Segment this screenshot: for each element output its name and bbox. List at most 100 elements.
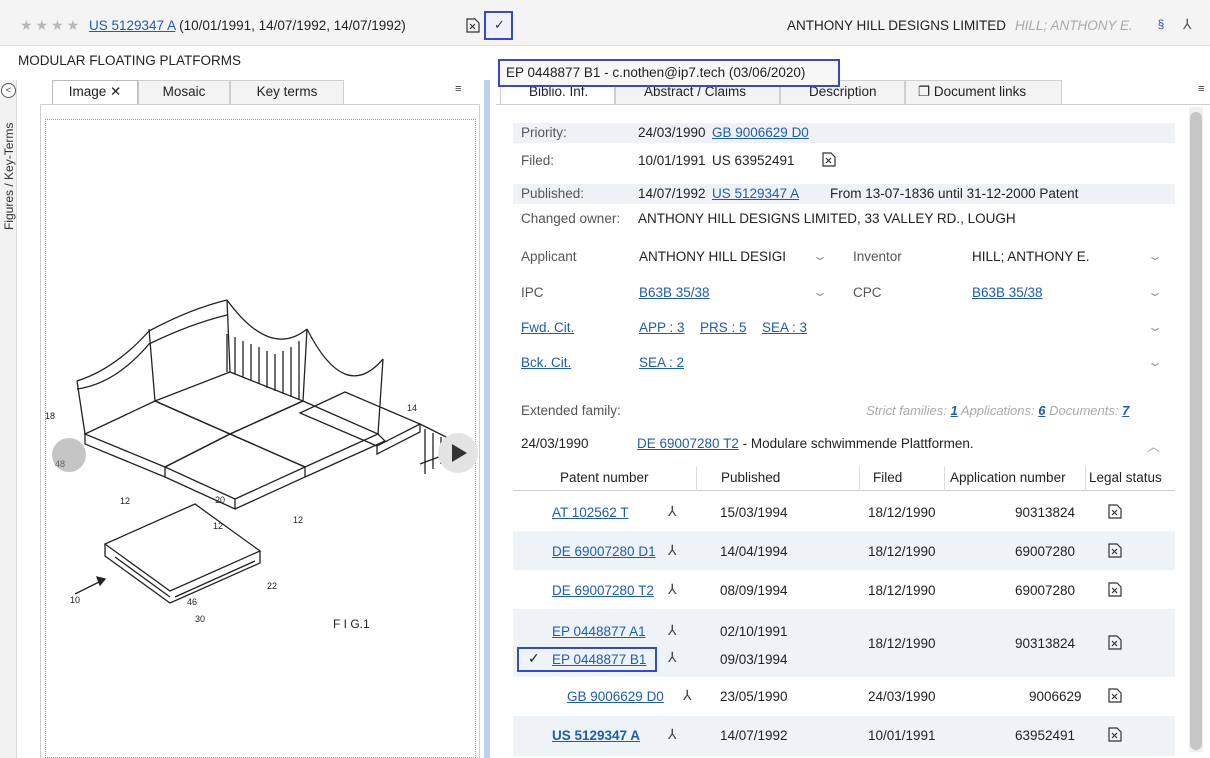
fwd-prs-link[interactable]: PRS : 5 [700,320,747,335]
fwd-app-link[interactable]: APP : 3 [639,320,685,335]
fwd-sea-link[interactable]: SEA : 3 [762,320,807,335]
pdf-icon[interactable]: ⅄ [668,503,677,520]
mark-read-check-button[interactable]: ✓ [484,11,513,40]
figure-number-12a: 12 [120,496,130,506]
documents-count[interactable]: 7 [1122,403,1129,418]
legal-status-icon[interactable] [1108,635,1122,653]
table-row-published: 14/04/1994 [720,544,788,559]
bck-sea-link[interactable]: SEA : 2 [639,355,684,370]
table-row-published: 02/10/1991 [720,624,788,639]
col-published[interactable]: Published [721,470,780,485]
applications-count[interactable]: 6 [1038,403,1045,418]
family-collapse-chevron-icon[interactable]: ︿ [1147,436,1160,455]
tab-key-terms[interactable]: Key terms [230,80,344,104]
legal-status-icon[interactable] [1108,727,1122,745]
collapse-chevron-icon[interactable]: < [1,83,16,98]
col-legal-status[interactable]: Legal status [1089,470,1162,485]
priority-date: 24/03/1990 [638,125,706,140]
table-row-patent[interactable]: DE 69007280 T2 [552,583,654,598]
figures-keyterms-label[interactable]: Figures / Key-Terms [2,123,16,230]
pdf-icon[interactable]: ⅄ [668,649,677,666]
figure-number-12b: 12 [213,521,223,531]
col-filed[interactable]: Filed [873,470,902,485]
table-row-app: 90313824 [1015,505,1076,520]
left-tabs-menu-icon[interactable]: ≡ [455,83,461,95]
priority-link[interactable]: GB 9006629 D0 [712,125,809,140]
legal-section-icon[interactable]: § [1153,17,1169,33]
published-label: Published: [521,186,585,201]
col-separator [944,466,945,491]
col-application-number[interactable]: Application number [950,470,1066,485]
table-row-filed: 18/12/1990 [868,636,936,651]
tab-document-links[interactable]: ❐ Document links [905,80,1062,104]
table-row-patent[interactable]: EP 0448877 A1 [552,624,646,639]
fwd-cit-link[interactable]: Fwd. Cit. [521,320,574,335]
inventor-label: Inventor [853,249,902,264]
legal-status-icon[interactable] [1108,582,1122,600]
figure-number-10: 10 [70,595,80,605]
table-row-filed: 18/12/1990 [868,583,936,598]
pdf-icon[interactable]: ⅄ [668,542,677,559]
tab-image[interactable]: Image ✕ [52,80,138,104]
document-icon: ❐ [918,84,931,99]
selected-document-highlight [517,647,657,672]
strict-families-count[interactable]: 1 [951,403,958,418]
legal-status-icon[interactable] [1108,688,1122,706]
ipc-expand-chevron-icon[interactable]: ⌄ [812,285,828,299]
inventor-value: HILL; ANTHONY E. [972,249,1090,264]
filed-number: US 63952491 [712,153,795,168]
bck-cit-expand-chevron-icon[interactable]: ⌄ [1147,355,1163,369]
inventor-name: HILL; ANTHONY E. [1015,18,1133,33]
table-row-patent[interactable]: AT 102562 T [552,505,629,520]
pdf-icon[interactable]: ⅄ [668,581,677,598]
legal-status-icon[interactable] [822,152,836,170]
table-row-app: 69007280 [1015,583,1076,598]
figure-number-12c: 12 [293,515,303,525]
applicant-value: ANTHONY HILL DESIGI [639,249,787,264]
priority-row [513,123,1175,143]
cpc-expand-chevron-icon[interactable]: ⌄ [1147,285,1163,299]
publication-line: US 5129347 A (10/01/1991, 14/07/1992, 14… [89,18,406,33]
legal-status-icon[interactable] [1108,543,1122,561]
right-tabs-menu-icon[interactable]: ≡ [1198,83,1204,95]
previous-figure-button[interactable] [52,438,86,472]
fwd-cit-expand-chevron-icon[interactable]: ⌄ [1147,320,1163,334]
table-row-app: 63952491 [1015,728,1076,743]
play-icon [452,444,467,462]
bck-cit-link[interactable]: Bck. Cit. [521,355,571,370]
family-link[interactable]: DE 69007280 T2 [637,436,739,451]
inventor-expand-chevron-icon[interactable]: ⌄ [1147,249,1163,263]
next-figure-button[interactable] [438,433,478,473]
tab-mosaic[interactable]: Mosaic [138,80,230,104]
cpc-link[interactable]: B63B 35/38 [972,285,1043,300]
col-patent-number[interactable]: Patent number [560,470,649,485]
filed-label: Filed: [521,153,555,168]
owner-name: ANTHONY HILL DESIGNS LIMITED [787,18,1007,33]
pdf-icon[interactable]: ⅄ [683,687,692,704]
legal-status-icon[interactable] [466,18,480,36]
rating-stars[interactable]: ★★★★ [20,17,82,34]
table-row-patent[interactable]: DE 69007280 D1 [552,544,656,559]
table-row-patent-current[interactable]: US 5129347 A [552,728,640,743]
patent-figure-drawing: 18 14 16 48 12 12 12 20 22 10 46 30 F I … [45,299,461,631]
family-title: - Modulare schwimmende Plattformen. [738,436,974,451]
table-row-patent[interactable]: GB 9006629 D0 [567,689,664,704]
publication-link[interactable]: US 5129347 A [89,18,175,33]
pdf-icon[interactable]: ⅄ [668,622,677,639]
document-title: MODULAR FLOATING PLATFORMS [18,53,242,68]
pdf-icon[interactable]: ⅄ [668,726,677,743]
applicant-expand-chevron-icon[interactable]: ⌄ [812,249,828,263]
published-extra: From 13-07-1836 until 31-12-2000 Patent [830,186,1079,201]
changed-owner-label: Changed owner: [521,211,621,226]
panel-splitter[interactable] [484,80,490,758]
applications-label: Applications: [960,403,1035,418]
table-row-filed: 10/01/1991 [868,728,936,743]
ipc-link[interactable]: B63B 35/38 [639,285,710,300]
scrollbar-thumb[interactable] [1190,112,1202,750]
pdf-icon[interactable]: ⅄ [1183,16,1192,33]
table-row-published: 08/09/1994 [720,583,788,598]
family-counts: Strict families: 1 Applications: 6 Docum… [866,403,1129,418]
documents-label: Documents: [1049,403,1119,418]
published-link[interactable]: US 5129347 A [712,186,799,201]
legal-status-icon[interactable] [1108,504,1122,522]
